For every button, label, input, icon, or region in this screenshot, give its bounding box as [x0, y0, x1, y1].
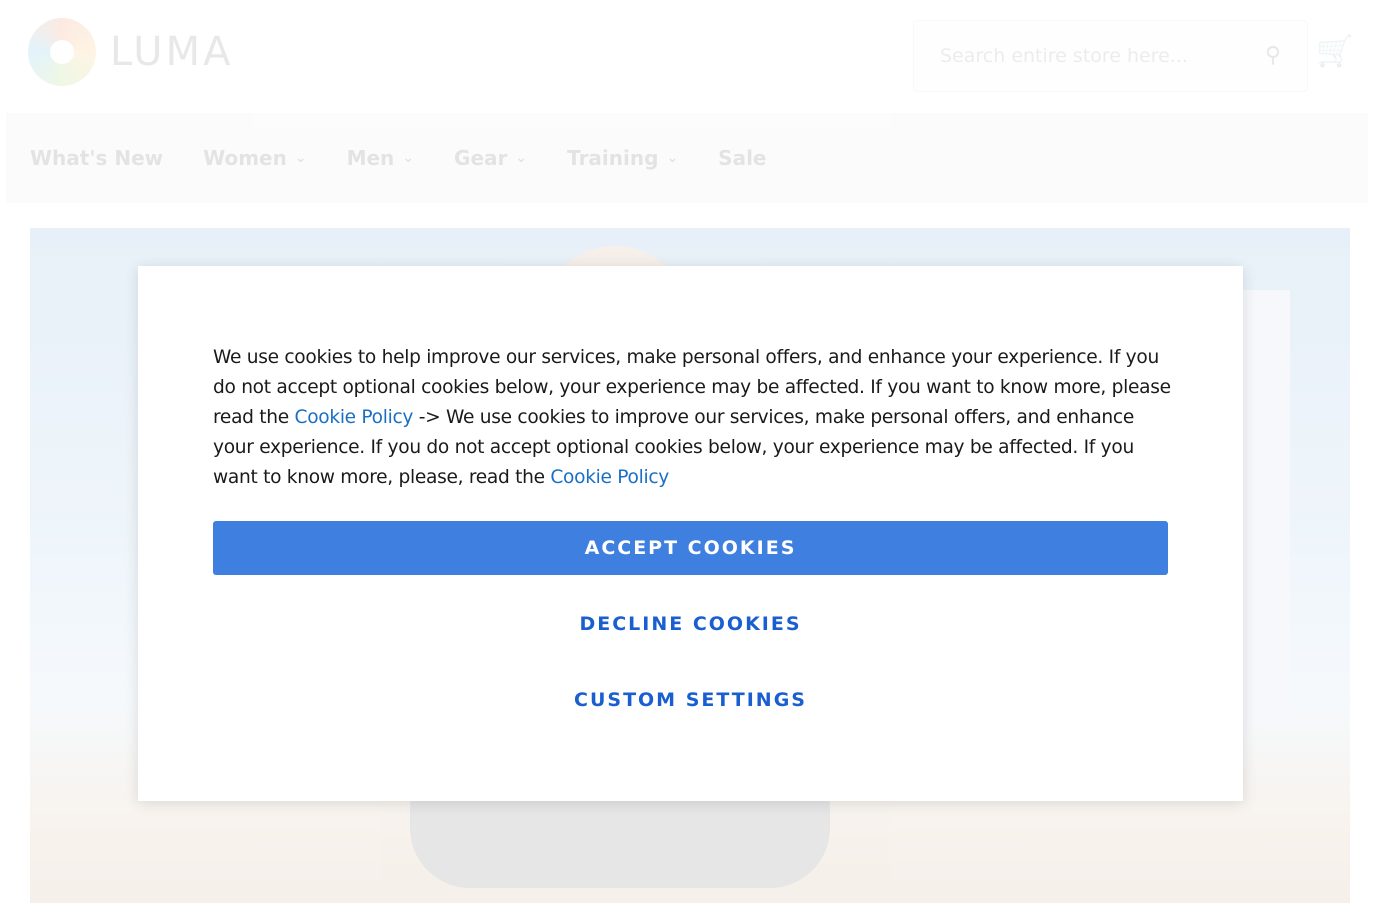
main-nav: What's New Women ⌄ Men ⌄ Gear ⌄ Training ⌄ S… — [6, 113, 1368, 203]
chevron-down-icon: ⌄ — [515, 150, 528, 166]
nav-label: Men — [346, 146, 395, 170]
search-input[interactable] — [940, 45, 1240, 67]
cookie-policy-link[interactable]: Cookie Policy — [295, 407, 414, 428]
nav-label: Training — [567, 146, 659, 170]
nav-item-sale[interactable]: Sale — [718, 146, 766, 170]
accept-cookies-button[interactable]: ACCEPT COOKIES — [213, 521, 1168, 575]
cart-icon[interactable]: 🛒 — [1316, 34, 1353, 69]
site-header: LUMA ⚲ 🛒 — [0, 0, 1373, 110]
chevron-down-icon: ⌄ — [666, 150, 679, 166]
logo-text: LUMA — [110, 29, 234, 75]
logo[interactable]: LUMA — [28, 18, 233, 86]
nav-item-gear[interactable]: Gear ⌄ — [454, 146, 527, 170]
cookie-policy-link[interactable]: Cookie Policy — [550, 467, 669, 488]
nav-label: Sale — [718, 146, 767, 170]
side-panel — [1243, 290, 1290, 725]
nav-item-men[interactable]: Men ⌄ — [347, 146, 414, 170]
search-icon[interactable]: ⚲ — [1265, 43, 1281, 68]
nav-item-training[interactable]: Training ⌄ — [567, 146, 678, 170]
cookie-consent-text: We use cookies to help improve our servi… — [213, 343, 1173, 493]
decline-cookies-button[interactable]: DECLINE COOKIES — [213, 602, 1168, 646]
chevron-down-icon: ⌄ — [294, 150, 307, 166]
luma-logo-icon — [28, 18, 96, 86]
nav-label: What's New — [30, 146, 164, 170]
chevron-down-icon: ⌄ — [402, 150, 415, 166]
nav-item-women[interactable]: Women ⌄ — [203, 146, 306, 170]
cookie-consent-modal: We use cookies to help improve our servi… — [138, 266, 1243, 801]
search-box: ⚲ — [913, 20, 1308, 92]
nav-label: Women — [203, 146, 287, 170]
nav-item-whats-new[interactable]: What's New — [30, 146, 163, 170]
nav-label: Gear — [454, 146, 508, 170]
custom-settings-button[interactable]: CUSTOM SETTINGS — [213, 678, 1168, 722]
